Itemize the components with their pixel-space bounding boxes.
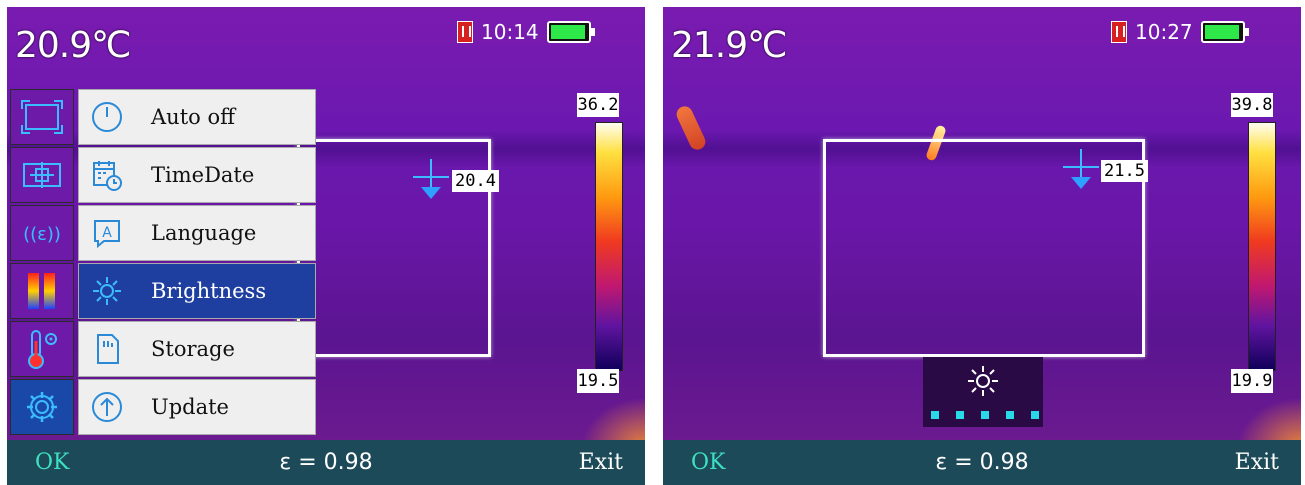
svg-text:((ε)): ((ε)) bbox=[23, 224, 61, 245]
menu-item-label: Language bbox=[151, 221, 257, 245]
menu-item-label: Storage bbox=[151, 337, 235, 361]
color-scale-bar bbox=[1248, 122, 1276, 371]
sd-card-icon bbox=[79, 332, 135, 366]
thermal-screen-right: 21.9℃ 10:27 21.5 39.8 19.9 OK ε = 0.98 E… bbox=[663, 7, 1301, 485]
sun-icon bbox=[965, 363, 1001, 403]
area-measure-icon[interactable] bbox=[10, 89, 74, 145]
power-icon bbox=[79, 100, 135, 134]
menu-item-timedate[interactable]: TimeDate bbox=[78, 147, 316, 203]
menu-item-auto-off[interactable]: Auto off bbox=[78, 89, 316, 145]
sun-icon bbox=[79, 274, 135, 308]
center-temperature: 21.9℃ bbox=[671, 25, 788, 66]
clock: 10:14 bbox=[481, 20, 539, 44]
update-arrow-icon bbox=[79, 390, 135, 424]
emissivity-icon[interactable]: ((ε)) bbox=[10, 205, 74, 261]
menu-item-storage[interactable]: Storage bbox=[78, 321, 316, 377]
menu-item-label: Update bbox=[151, 395, 229, 419]
point-temperature-label: 20.4 bbox=[452, 170, 499, 192]
thermal-screen-left: 20.9℃ 10:14 20.4 36.2 19.5 ((ε)) Auto of… bbox=[7, 7, 645, 485]
menu-item-label: Brightness bbox=[151, 279, 267, 303]
svg-text:A: A bbox=[102, 225, 112, 241]
sd-card-icon bbox=[1111, 21, 1127, 43]
status-bar: 10:14 bbox=[457, 20, 595, 44]
exit-button[interactable]: Exit bbox=[1235, 450, 1279, 475]
bottom-bar: OK ε = 0.98 Exit bbox=[663, 440, 1301, 485]
menu-item-label: Auto off bbox=[151, 105, 236, 129]
emissivity-readout: ε = 0.98 bbox=[935, 450, 1029, 475]
gear-icon[interactable] bbox=[10, 379, 74, 435]
calendar-clock-icon bbox=[79, 158, 135, 192]
temperature-settings-icon[interactable] bbox=[10, 321, 74, 377]
battery-icon bbox=[546, 21, 595, 43]
language-icon: A bbox=[79, 216, 135, 250]
menu-item-language[interactable]: A Language bbox=[78, 205, 316, 261]
center-temperature: 20.9℃ bbox=[15, 25, 132, 66]
menu-item-brightness[interactable]: Brightness bbox=[78, 263, 316, 319]
bottom-bar: OK ε = 0.98 Exit bbox=[7, 440, 645, 485]
scale-max-label: 36.2 bbox=[577, 93, 619, 117]
battery-icon bbox=[1200, 21, 1249, 43]
status-bar: 10:27 bbox=[1111, 20, 1249, 44]
scale-min-label: 19.5 bbox=[577, 369, 619, 393]
menu-item-label: TimeDate bbox=[151, 163, 255, 187]
crosshair-icon bbox=[1063, 149, 1099, 189]
clock: 10:27 bbox=[1135, 20, 1193, 44]
menu-item-update[interactable]: Update bbox=[78, 379, 316, 435]
crosshair-icon bbox=[413, 159, 449, 199]
point-temperature-label: 21.5 bbox=[1101, 160, 1148, 182]
emissivity-readout: ε = 0.98 bbox=[279, 450, 373, 475]
settings-menu: Auto off TimeDate A Language Brightness … bbox=[78, 89, 316, 437]
sd-card-icon bbox=[457, 21, 473, 43]
brightness-level-dots bbox=[931, 411, 1039, 419]
exit-button[interactable]: Exit bbox=[579, 450, 623, 475]
settings-sidebar: ((ε)) bbox=[10, 89, 74, 437]
color-scale-bar bbox=[595, 122, 623, 371]
scale-min-label: 19.9 bbox=[1231, 369, 1273, 393]
scale-max-label: 39.8 bbox=[1231, 93, 1273, 117]
brightness-slider[interactable] bbox=[923, 357, 1043, 427]
palette-icon[interactable] bbox=[10, 263, 74, 319]
center-point-icon[interactable] bbox=[10, 147, 74, 203]
